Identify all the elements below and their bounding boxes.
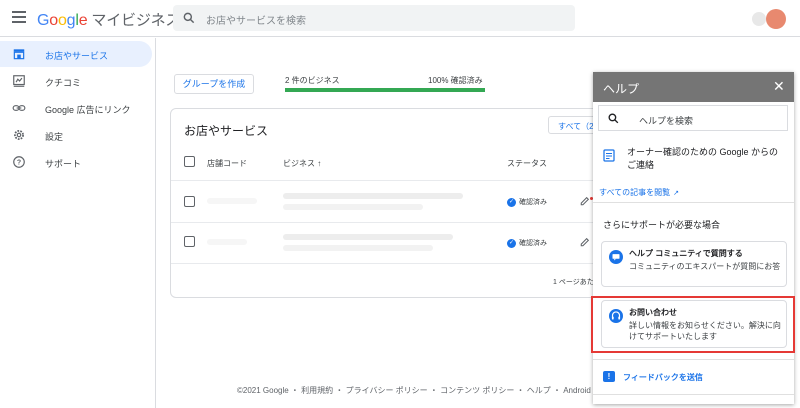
all-articles-label: すべての記事を閲覧 [599, 188, 671, 197]
column-header-store-code[interactable]: 店舗コード [207, 158, 247, 169]
verified-percentage: 100% 確認済み [428, 76, 483, 85]
verification-progress-bar [285, 88, 485, 92]
verified-check-icon: ✓ [507, 238, 516, 248]
external-link-icon: ↗ [673, 190, 679, 197]
search-icon [608, 113, 619, 124]
edit-icon[interactable] [580, 237, 590, 247]
sidebar-item-ads-link[interactable]: Google 広告にリンク [0, 95, 152, 121]
status-text: 確認済み [519, 199, 547, 206]
community-option-card[interactable]: ヘルプ コミュニティで質問する コミュニティのエキスパートが質問にお答えし [601, 241, 787, 287]
status-badge: ✓ 確認済み [507, 197, 547, 207]
divider [593, 359, 794, 360]
app-logo[interactable]: Google マイビジネス [37, 9, 180, 30]
sidebar-item-settings[interactable]: 設定 [0, 122, 152, 148]
sidebar-item-label: お店やサービス [45, 51, 109, 61]
help-search-placeholder: ヘルプを検索 [639, 116, 694, 126]
close-icon[interactable]: ✕ [773, 77, 785, 95]
account-area [752, 9, 786, 29]
search-input[interactable]: お店やサービスを検索 [173, 5, 575, 31]
help-panel: ヘルプ ✕ ヘルプを検索 オーナー確認のための Google からのご連絡 すべ… [593, 72, 794, 404]
feedback-icon: ! [603, 371, 615, 382]
search-icon [183, 12, 195, 24]
business-count: 2 件のビジネス [285, 76, 340, 85]
progress-fill [285, 88, 485, 92]
all-articles-link[interactable]: すべての記事を閲覧 ↗ [599, 187, 679, 198]
status-text: 確認済み [519, 240, 547, 247]
product-name: マイビジネス [91, 12, 181, 29]
avatar[interactable] [766, 9, 786, 29]
sidebar-item-support[interactable]: ? サポート [0, 149, 152, 175]
divider [593, 394, 794, 395]
select-all-checkbox[interactable] [184, 156, 195, 167]
row-checkbox[interactable] [184, 236, 195, 247]
svg-text:?: ? [17, 160, 21, 167]
chat-icon [609, 250, 623, 264]
redacted-business-name[interactable] [283, 234, 453, 240]
sidebar-item-label: サポート [45, 159, 82, 169]
search-placeholder: お店やサービスを検索 [206, 16, 306, 27]
storefront-icon [13, 49, 25, 60]
sidebar-item-label: Google 広告にリンク [45, 105, 131, 115]
help-header: ヘルプ ✕ [593, 72, 794, 102]
row-checkbox[interactable] [184, 196, 195, 207]
apps-icon[interactable] [752, 12, 766, 26]
edit-icon[interactable] [580, 196, 590, 206]
sidebar-item-label: クチコミ [45, 78, 82, 88]
redacted-business-name[interactable] [283, 193, 463, 199]
help-circle-icon: ? [13, 156, 25, 168]
sidebar: お店やサービス クチコミ Google 広告にリンク 設定 ? サポート [0, 38, 156, 408]
verified-check-icon: ✓ [507, 197, 516, 207]
column-header-business[interactable]: ビジネス ↑ [283, 158, 321, 169]
send-feedback-link[interactable]: フィードバックを送信 [623, 372, 703, 383]
highlight-box [591, 296, 795, 353]
create-group-button[interactable]: グループを作成 [174, 74, 254, 94]
divider [171, 180, 609, 181]
help-article-link[interactable]: オーナー確認のための Google からのご連絡 [627, 146, 787, 172]
article-icon [603, 149, 615, 162]
more-support-heading: さらにサポートが必要な場合 [603, 220, 721, 230]
link-icon [12, 105, 26, 111]
redacted-store-code [207, 198, 257, 204]
status-badge: ✓ 確認済み [507, 238, 547, 248]
community-option-desc: コミュニティのエキスパートが質問にお答えし [629, 262, 781, 271]
footer-links[interactable]: ©2021 Google ・ 利用規約 ・ プライバシー ポリシー ・ コンテン… [237, 385, 609, 396]
sidebar-item-reviews[interactable]: クチコミ [0, 68, 152, 94]
column-header-status[interactable]: ステータス [507, 158, 547, 169]
redacted-business-address [283, 245, 433, 251]
sidebar-item-business[interactable]: お店やサービス [0, 41, 152, 67]
redacted-business-address [283, 204, 423, 210]
card-title: お店やサービス [184, 124, 269, 138]
redacted-store-code [207, 239, 247, 245]
help-search-input[interactable]: ヘルプを検索 [598, 105, 788, 131]
top-app-bar: Google マイビジネス お店やサービスを検索 [0, 0, 800, 37]
gear-icon [14, 130, 24, 140]
sidebar-item-label: 設定 [45, 132, 64, 142]
community-option-title: ヘルプ コミュニティで質問する [629, 249, 743, 258]
divider [171, 222, 609, 223]
divider [593, 202, 794, 203]
rows-per-page-label: 1 ページあた [553, 279, 594, 286]
menu-icon[interactable] [12, 11, 26, 23]
google-wordmark: Google [37, 12, 88, 29]
review-icon [13, 75, 25, 87]
divider [171, 263, 609, 264]
help-title: ヘルプ [603, 82, 640, 96]
